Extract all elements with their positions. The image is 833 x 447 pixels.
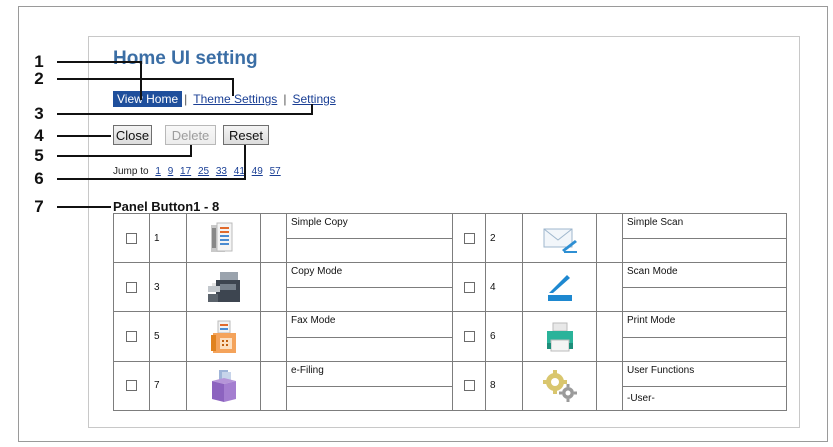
tab-bar: View Home | Theme Settings | Settings — [113, 91, 340, 107]
page-title: Home UI setting — [113, 48, 258, 69]
blank-cell — [260, 212, 287, 264]
select-cell — [113, 262, 150, 313]
button-number: 5 — [149, 311, 187, 362]
reset-button[interactable]: Reset — [223, 125, 269, 145]
button-sublabel — [286, 336, 453, 362]
fax-mode-icon — [186, 311, 261, 362]
jump-to-bar: Jump to 1 9 17 25 33 41 49 57 — [113, 166, 281, 177]
select-checkbox[interactable] — [463, 331, 475, 343]
user-functions-icon — [522, 360, 597, 412]
button-sublabel — [286, 238, 453, 264]
e-filing-icon — [186, 360, 261, 412]
section-title: Panel Button1 - 8 — [113, 199, 220, 214]
jump-link-49[interactable]: 49 — [252, 166, 263, 177]
blank-cell — [260, 311, 287, 362]
jump-link-17[interactable]: 17 — [180, 166, 191, 177]
button-label: Print Mode — [622, 311, 787, 338]
button-number: 8 — [485, 360, 523, 412]
select-cell — [452, 262, 486, 313]
select-checkbox[interactable] — [126, 331, 137, 343]
blank-cell — [596, 262, 623, 313]
button-number: 7 — [149, 360, 187, 412]
jump-to-label: Jump to — [113, 166, 149, 177]
select-checkbox[interactable] — [126, 232, 137, 244]
select-cell — [452, 311, 486, 362]
panel-row: 5 Fax Mode 6 Print Mode — [113, 311, 787, 362]
button-label: Simple Copy — [286, 212, 453, 240]
select-checkbox[interactable] — [463, 232, 475, 244]
blank-cell — [260, 262, 287, 313]
select-checkbox[interactable] — [463, 281, 475, 293]
callout-number-5: 5 — [34, 146, 44, 165]
button-sublabel — [622, 238, 787, 264]
button-label: Scan Mode — [622, 262, 787, 289]
select-checkbox[interactable] — [126, 380, 137, 392]
button-number: 2 — [485, 212, 523, 264]
button-label: Copy Mode — [286, 262, 453, 289]
callout-number-3: 3 — [34, 104, 44, 123]
select-cell — [452, 212, 486, 264]
button-sublabel — [286, 287, 453, 313]
close-button[interactable]: Close — [113, 125, 152, 145]
button-label: Fax Mode — [286, 311, 453, 338]
delete-button[interactable]: Delete — [165, 125, 216, 145]
callout-number-6: 6 — [34, 169, 44, 188]
button-number: 1 — [149, 212, 187, 264]
tab-settings[interactable]: Settings — [292, 92, 335, 106]
select-cell — [113, 311, 150, 362]
select-cell — [113, 212, 150, 264]
button-sublabel — [286, 385, 453, 412]
tab-separator: | — [184, 92, 188, 106]
blank-cell — [260, 360, 287, 412]
button-sublabel — [622, 287, 787, 313]
tab-separator: | — [283, 92, 287, 106]
button-sublabel — [622, 336, 787, 362]
callout-number-7: 7 — [34, 197, 44, 216]
simple-scan-icon — [522, 212, 597, 264]
button-number: 6 — [485, 311, 523, 362]
scan-mode-icon — [522, 262, 597, 313]
print-mode-icon — [522, 311, 597, 362]
simple-copy-icon — [186, 212, 261, 264]
blank-cell — [596, 360, 623, 412]
panel-row: 3 Copy Mode 4 Scan Mode — [113, 262, 787, 313]
jump-link-57[interactable]: 57 — [270, 166, 281, 177]
select-cell — [113, 360, 150, 412]
callout-number-4: 4 — [34, 126, 44, 145]
select-cell — [452, 360, 486, 412]
select-checkbox[interactable] — [463, 380, 475, 392]
select-checkbox[interactable] — [126, 281, 137, 293]
blank-cell — [596, 311, 623, 362]
button-label: e-Filing — [286, 360, 453, 387]
button-sublabel: -User- — [622, 385, 787, 412]
button-number: 3 — [149, 262, 187, 313]
callout-number-2: 2 — [34, 69, 44, 88]
tab-theme-settings[interactable]: Theme Settings — [193, 92, 277, 106]
jump-link-9[interactable]: 9 — [168, 166, 174, 177]
panel-row: 1 Simple Copy 2 Simple Scan — [113, 212, 787, 264]
tab-view-home[interactable]: View Home — [113, 91, 183, 107]
blank-cell — [596, 212, 623, 264]
panel-row: 7 e-Filing 8 User Functions — [113, 360, 787, 412]
jump-link-41[interactable]: 41 — [234, 166, 245, 177]
panel-button-table: 1 Simple Copy 2 Simple Scan 3 Copy Mode 4 Scan … — [113, 212, 787, 412]
button-label: Simple Scan — [622, 212, 787, 240]
copy-mode-icon — [186, 262, 261, 313]
jump-link-33[interactable]: 33 — [216, 166, 227, 177]
button-number: 4 — [485, 262, 523, 313]
jump-link-25[interactable]: 25 — [198, 166, 209, 177]
button-label: User Functions — [622, 360, 787, 387]
jump-link-1[interactable]: 1 — [155, 166, 161, 177]
